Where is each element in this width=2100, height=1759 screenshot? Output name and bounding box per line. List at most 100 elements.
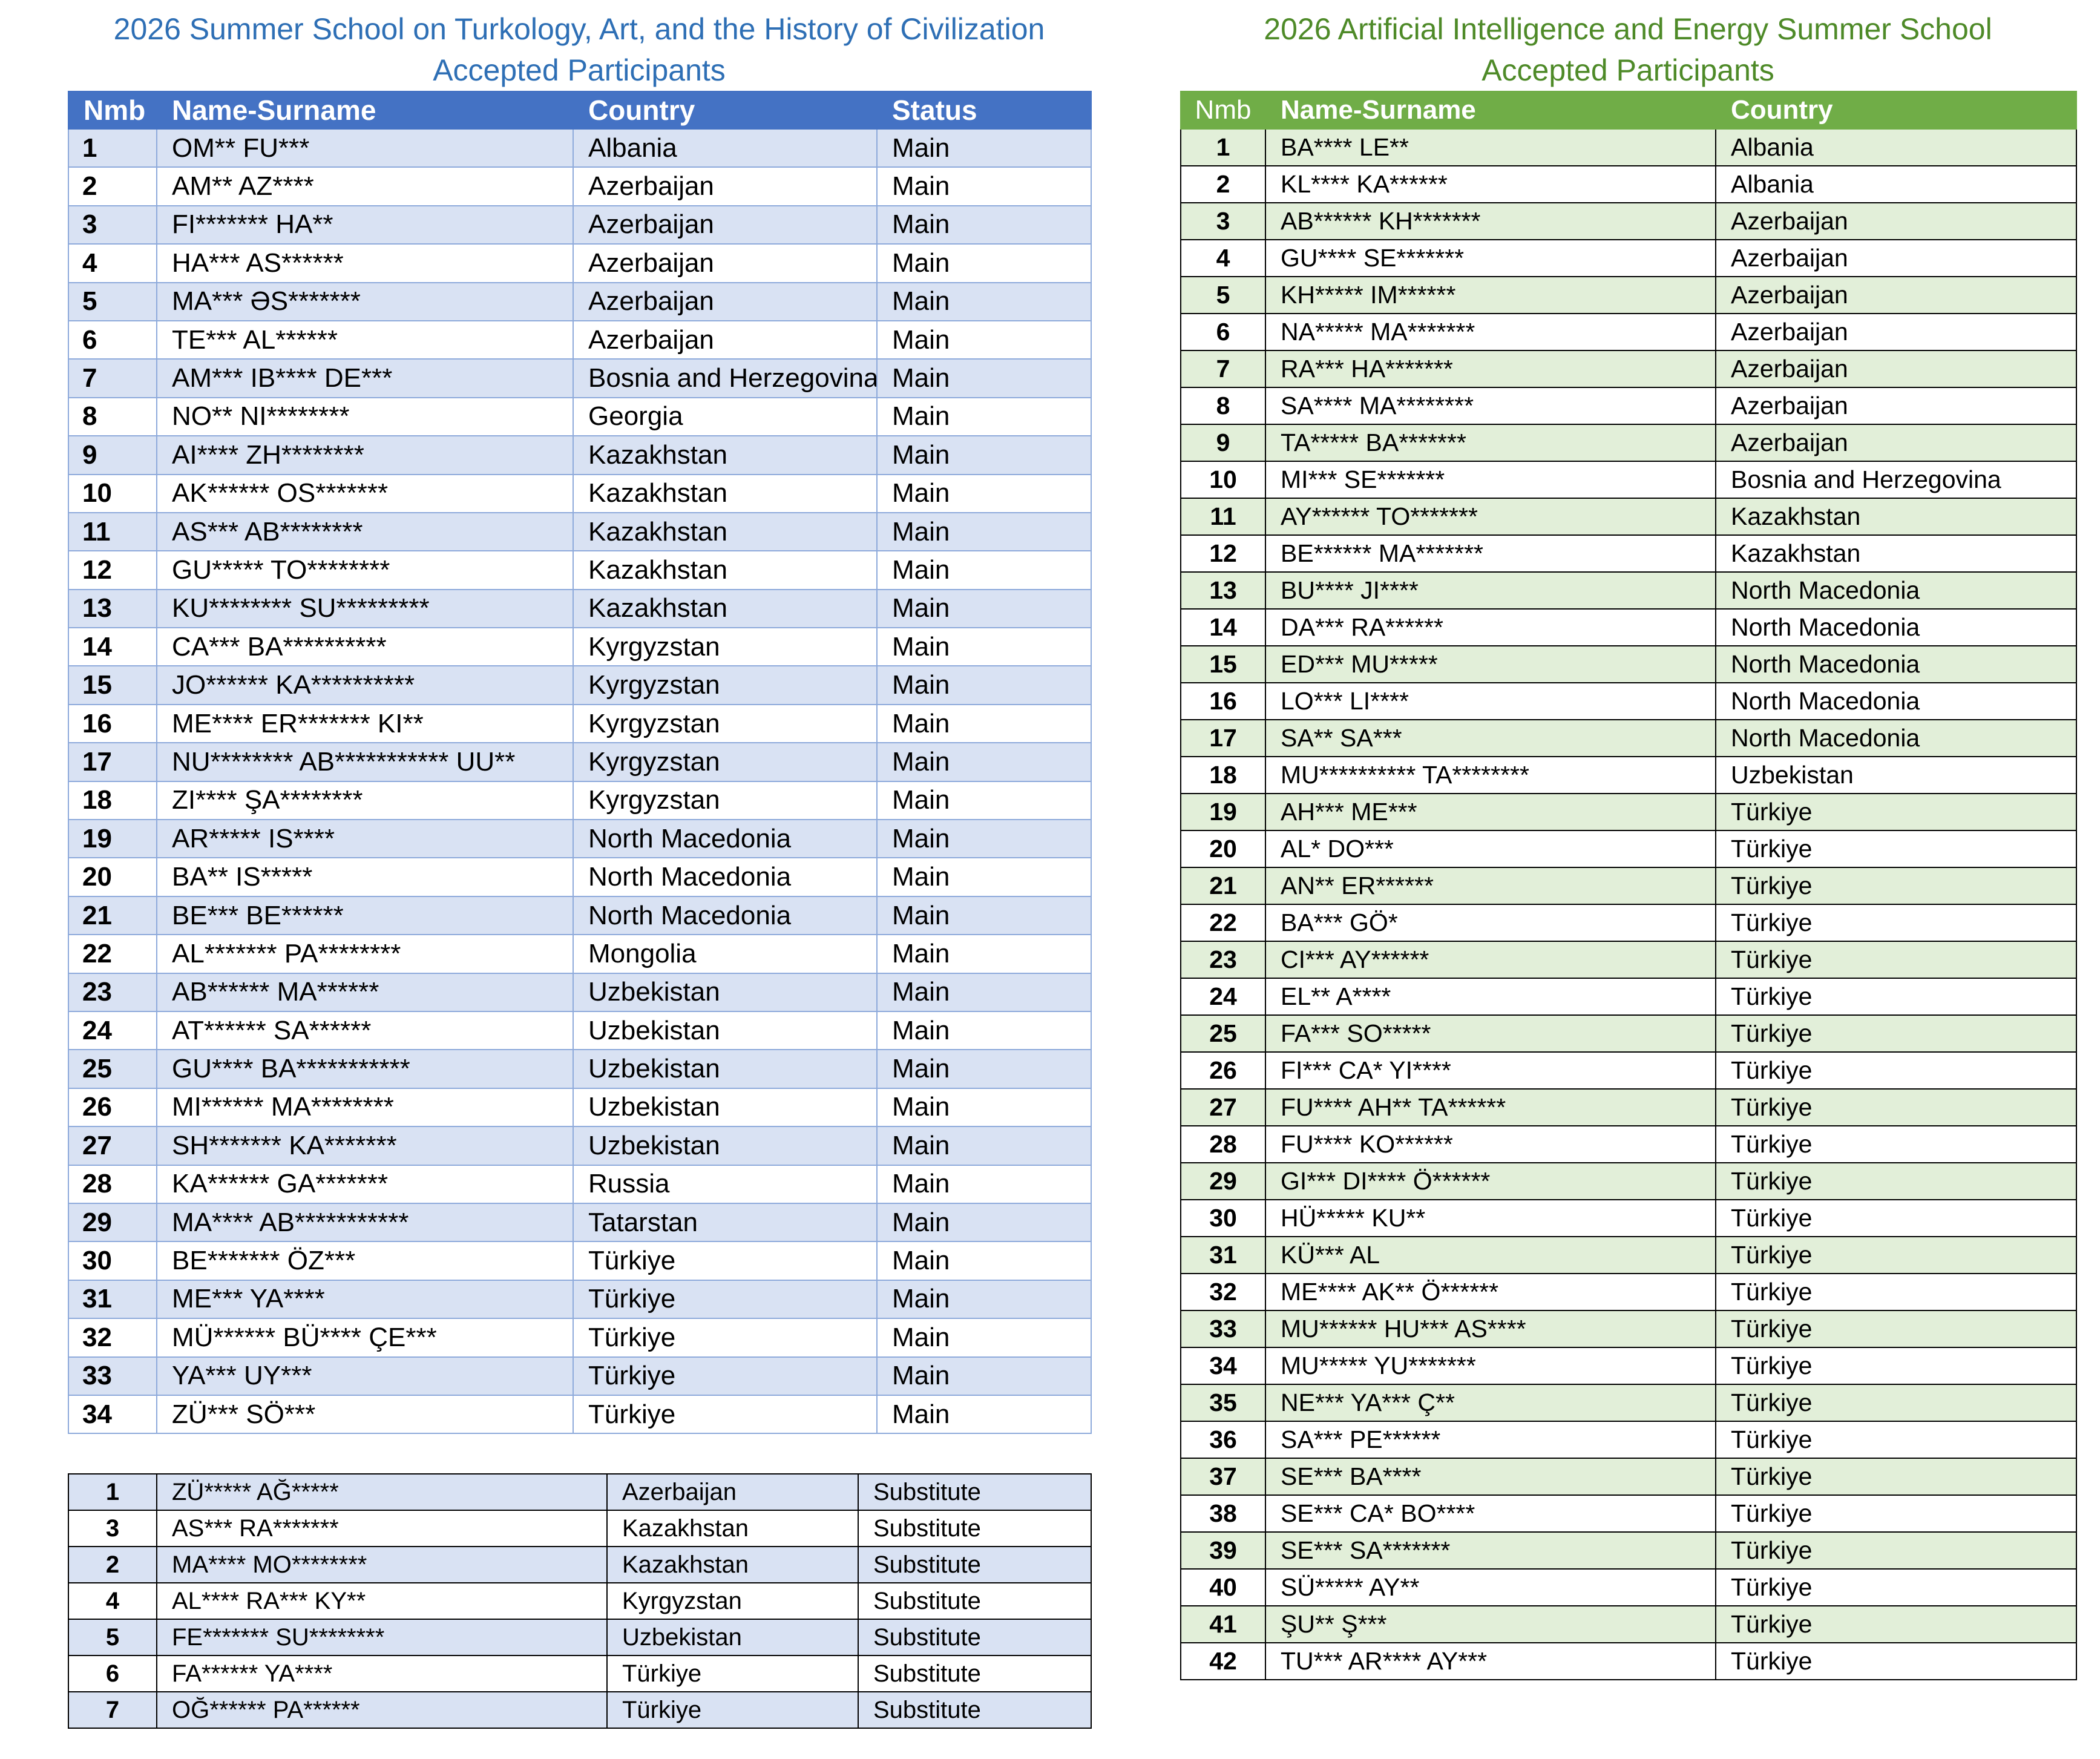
row-number: 6 [1180,313,1266,351]
table-row: 1 BA**** LE** Albania [1180,128,2077,166]
participant-country: Uzbekistan [573,1126,878,1166]
turkology-substitutes-table: 1 ZÜ***** AĞ***** Azerbaijan Substitute 3 AS*… [68,1473,1092,1729]
participant-country: Türkiye [1715,941,2077,979]
row-number: 16 [68,703,157,744]
table-row: 15 JO****** KA********** Kyrgyzstan Main [68,665,1092,705]
table-row: 16 ME**** ER******* KI** Kyrgyzstan Main [68,703,1092,744]
participant-country: Azerbaijan [573,320,878,360]
participant-status: Main [876,780,1092,821]
participant-status: Substitute [858,1691,1092,1729]
participant-country: Kyrgyzstan [573,780,878,821]
participant-name: MU****** HU*** AS**** [1265,1310,1716,1348]
participant-status: Main [876,972,1092,1012]
participant-country: Russia [573,1164,878,1204]
table-row: 37 SE*** BA**** Türkiye [1180,1458,2077,1496]
participant-country: Türkiye [1715,1236,2077,1274]
table-row: 34 MU***** YU******* Türkiye [1180,1347,2077,1385]
row-number: 31 [68,1279,157,1320]
row-number: 15 [68,665,157,705]
participant-country: Uzbekistan [573,972,878,1012]
participant-name: MA**** AB*********** [156,1202,574,1243]
participant-name: SA** SA*** [1265,719,1716,757]
table-row: 40 SÜ***** AY** Türkiye [1180,1568,2077,1606]
participant-country: Türkiye [1715,1605,2077,1643]
table-row: 29 GI*** DI**** Ö****** Türkiye [1180,1162,2077,1200]
table-header-row: Nmb Name-Surname Country [1180,91,2077,130]
table-row: 25 FA*** SO***** Türkiye [1180,1014,2077,1053]
row-number: 20 [68,857,157,897]
row-number: 34 [68,1394,157,1435]
participant-status: Main [876,1318,1092,1358]
row-number: 24 [1180,978,1266,1016]
row-number: 26 [1180,1051,1266,1090]
participant-status: Main [876,205,1092,245]
participant-status: Main [876,588,1092,629]
row-number: 15 [1180,645,1266,683]
table-row: 4 AL**** RA*** KY** Kyrgyzstan Substitute [68,1582,1092,1620]
participant-country: Azerbaijan [1715,239,2077,277]
row-number: 32 [1180,1273,1266,1311]
row-number: 13 [1180,571,1266,610]
participant-name: GU**** BA*********** [156,1049,574,1089]
participant-name: MI*** SE******* [1265,461,1716,499]
row-number: 25 [1180,1014,1266,1053]
participant-name: NA***** MA******* [1265,313,1716,351]
participant-country: Türkiye [1715,1162,2077,1200]
table-row: 18 ZI**** ŞA******** Kyrgyzstan Main [68,780,1092,821]
participant-country: Türkiye [1715,1458,2077,1496]
row-number: 33 [1180,1310,1266,1348]
table-row: 23 CI*** AY****** Türkiye [1180,941,2077,979]
table-row: 30 BE******* ÖZ*** Türkiye Main [68,1241,1092,1281]
participant-country: Türkiye [573,1241,878,1281]
participant-name: MA*** ƏS******* [156,281,574,321]
participant-name: MU********** TA******** [1265,756,1716,794]
participant-status: Main [876,1164,1092,1204]
participant-status: Main [876,1394,1092,1435]
participant-country: Kazakhstan [573,473,878,513]
participant-name: AR***** IS**** [156,819,574,859]
participant-name: RA*** HA******* [1265,350,1716,388]
participant-country: Kazakhstan [573,588,878,629]
participant-country: Türkiye [606,1691,859,1729]
table-row: 16 LO*** LI**** North Macedonia [1180,682,2077,720]
table-row: 21 BE*** BE****** North Macedonia Main [68,895,1092,936]
table-row: 11 AY****** TO******* Kazakhstan [1180,498,2077,536]
participant-country: North Macedonia [1715,608,2077,646]
table-row: 3 AB****** KH******* Azerbaijan [1180,202,2077,240]
participant-country: Türkiye [606,1655,859,1692]
participant-country: Kyrgyzstan [573,665,878,705]
row-number: 1 [1180,128,1266,166]
participant-name: BA**** LE** [1265,128,1716,166]
table-row: 21 AN** ER****** Türkiye [1180,867,2077,905]
participant-country: Türkiye [1715,978,2077,1016]
ai-energy-table: Nmb Name-Surname Country 1 BA**** LE** Alb… [1180,91,2077,1680]
participant-name: LO*** LI**** [1265,682,1716,720]
row-number: 29 [68,1202,157,1243]
table-row: 2 MA**** MO******** Kazakhstan Substitute [68,1546,1092,1583]
participant-name: AM*** IB**** DE*** [156,358,574,398]
row-number: 42 [1180,1642,1266,1680]
table-row: 11 AS*** AB******** Kazakhstan Main [68,511,1092,552]
participant-country: Albania [573,128,878,168]
participant-status: Main [876,703,1092,744]
participant-name: SA**** MA******** [1265,387,1716,425]
row-number: 9 [68,435,157,475]
row-number: 21 [1180,867,1266,905]
table-row: 24 AT****** SA****** Uzbekistan Main [68,1010,1092,1051]
row-number: 7 [68,358,157,398]
participant-name: DA*** RA****** [1265,608,1716,646]
table-row: 6 FA****** YA**** Türkiye Substitute [68,1655,1092,1692]
participant-country: Türkiye [1715,867,2077,905]
participant-name: BU**** JI**** [1265,571,1716,610]
participant-name: TA***** BA******* [1265,424,1716,462]
participant-status: Main [876,819,1092,859]
table-row: 24 EL** A**** Türkiye [1180,978,2077,1016]
table-row: 6 NA***** MA******* Azerbaijan [1180,313,2077,351]
participant-country: Kyrgyzstan [606,1582,859,1620]
participant-name: CA*** BA********** [156,627,574,667]
participant-country: North Macedonia [573,819,878,859]
participant-name: ME**** ER******* KI** [156,703,574,744]
row-number: 39 [1180,1531,1266,1570]
participant-name: GI*** DI**** Ö****** [1265,1162,1716,1200]
participant-country: Kyrgyzstan [573,627,878,667]
